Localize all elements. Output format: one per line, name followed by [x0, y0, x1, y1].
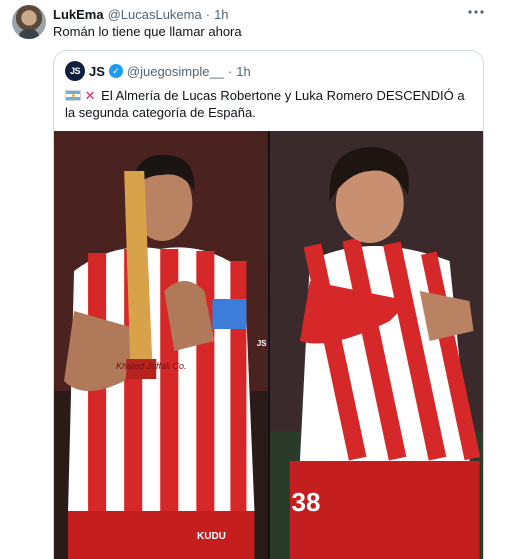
quoted-tweet-header: JS ✓ @juegosimple__ · 1h [89, 62, 251, 80]
separator-dot: · [227, 63, 233, 79]
separator-dot: · [205, 6, 211, 22]
photo-robertone[interactable]: 5 Khaled Juffali Co. KUDU JS [54, 131, 268, 559]
user-name[interactable]: LukEma [53, 7, 104, 22]
photo-romero[interactable]: 38 [269, 131, 483, 559]
cross-mark-icon: ✕ [84, 88, 96, 103]
shirt-number-left: 5 [72, 483, 85, 508]
tweet-time[interactable]: 1h [214, 7, 228, 22]
verified-badge-icon: ✓ [108, 64, 123, 78]
quoted-user-avatar[interactable]: JS [65, 61, 85, 81]
shirt-number-right: 38 [291, 487, 321, 517]
tweet[interactable]: LukEma @LucasLukema · 1h Román lo tiene … [0, 0, 507, 559]
shirt-sponsor-left: Khaled Juffali Co. [116, 361, 187, 371]
quoted-tweet-body: El Almería de Lucas Robertone y Luka Rom… [65, 88, 465, 120]
tweet-text: Román lo tiene que llamar ahora [53, 24, 242, 39]
quoted-tweet-text: ✕ El Almería de Lucas Robertone y Luka R… [65, 87, 475, 121]
quoted-user-handle[interactable]: @juegosimple__ [127, 64, 224, 79]
user-avatar[interactable] [12, 5, 46, 39]
quoted-user-name[interactable]: JS [89, 64, 105, 79]
shorts-sponsor-left: KUDU [197, 531, 226, 542]
watermark-logo: JS [256, 339, 267, 348]
argentina-flag-icon [65, 90, 81, 101]
tweet-header: LukEma @LucasLukema · 1h [53, 5, 229, 23]
tweet-media[interactable]: 5 Khaled Juffali Co. KUDU JS 38 [54, 131, 483, 559]
quoted-tweet[interactable]: JS JS ✓ @juegosimple__ · 1h ✕ El Almería… [53, 50, 484, 559]
user-handle[interactable]: @LucasLukema [108, 7, 202, 22]
quoted-tweet-time[interactable]: 1h [236, 64, 250, 79]
ellipsis-icon[interactable] [467, 5, 485, 22]
